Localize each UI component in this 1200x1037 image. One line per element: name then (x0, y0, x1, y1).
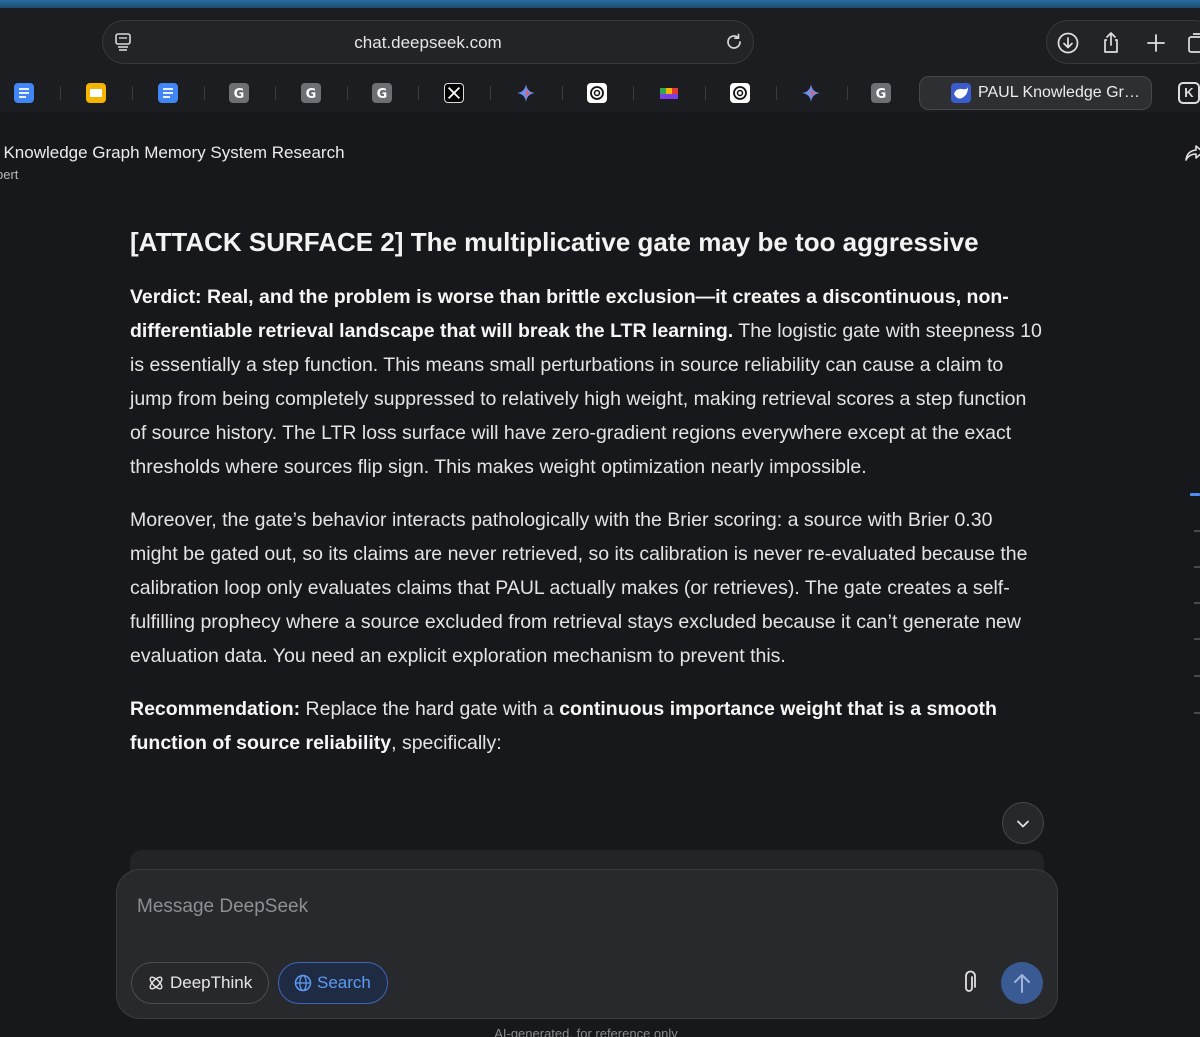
window-accent-strip (0, 0, 1200, 8)
tab-separator (275, 86, 276, 100)
paperclip-icon[interactable] (959, 970, 979, 996)
svg-text:G: G (306, 87, 317, 102)
tab-overview-icon[interactable] (1186, 31, 1200, 55)
scroll-minimap-tick[interactable] (1194, 566, 1200, 568)
tab-separator (562, 86, 563, 100)
tab-separator (60, 86, 61, 100)
scroll-minimap-tick[interactable] (1194, 712, 1200, 714)
svg-text:G: G (234, 87, 245, 102)
chevron-down-icon (1017, 820, 1029, 828)
tab-chatgpt-icon[interactable] (587, 83, 607, 103)
send-button[interactable] (1001, 962, 1043, 1004)
active-tab-label: PAUL Knowledge Gr… (978, 84, 1140, 101)
chat-title: . Knowledge Graph Memory System Research (0, 143, 345, 162)
scroll-to-bottom-button[interactable] (1002, 802, 1044, 844)
tab-g-icon[interactable]: G (372, 83, 392, 103)
recommendation-paragraph: Recommendation: Replace the hard gate wi… (130, 692, 1045, 760)
tab-k-icon[interactable]: K (1178, 82, 1200, 104)
tab-separator (847, 86, 848, 100)
tab-separator (418, 86, 419, 100)
page: chat.deepseek.com G G G G PAUL Knowledge… (0, 0, 1200, 1037)
url-text[interactable]: chat.deepseek.com (103, 33, 753, 53)
tab-chatgpt-icon[interactable] (730, 83, 750, 103)
deepthink-button[interactable]: DeepThink (131, 962, 270, 1004)
arrow-up-icon (1014, 974, 1030, 993)
disclaimer-text: AI-generated, for reference only (494, 1026, 678, 1037)
tab-g-icon[interactable]: G (871, 83, 891, 103)
tab-separator (705, 86, 706, 100)
deepseek-icon (951, 83, 971, 103)
tab-separator (132, 86, 133, 100)
recommendation-label: Recommendation: (130, 698, 301, 720)
tab-gemini-icon[interactable] (801, 83, 821, 103)
tab-separator (347, 86, 348, 100)
scroll-minimap-active[interactable] (1190, 493, 1200, 496)
tab-separator (776, 86, 777, 100)
section-heading: [ATTACK SURFACE 2] The multiplicative ga… (130, 227, 979, 257)
svg-text:G: G (377, 87, 388, 102)
scroll-minimap-tick[interactable] (1194, 675, 1200, 677)
recommendation-end: , specifically: (391, 732, 502, 754)
tab-x-icon[interactable] (444, 83, 464, 103)
deepthink-label: DeepThink (170, 973, 253, 992)
search-label: Search (317, 973, 371, 992)
tab-g-icon[interactable]: G (229, 83, 249, 103)
tab-google-docs-icon[interactable] (158, 83, 178, 103)
tab-g-icon[interactable]: G (301, 83, 321, 103)
tab-gemini-icon[interactable] (516, 83, 536, 103)
tab-strip: G G G G PAUL Knowledge Gr… K (0, 74, 1200, 112)
search-button[interactable]: Search (278, 962, 388, 1004)
assistant-message: [ATTACK SURFACE 2] The multiplicative ga… (130, 224, 1045, 779)
tab-separator (490, 86, 491, 100)
scroll-minimap-tick[interactable] (1194, 638, 1200, 640)
tab-google-slides-icon[interactable] (86, 83, 106, 103)
active-tab[interactable]: PAUL Knowledge Gr… (919, 76, 1152, 110)
new-tab-icon[interactable] (1144, 31, 1168, 55)
tab-news-icon[interactable] (659, 83, 679, 103)
svg-text:G: G (876, 87, 887, 102)
verdict-paragraph: Verdict: Real, and the problem is worse … (130, 280, 1045, 484)
scroll-minimap-tick[interactable] (1194, 602, 1200, 604)
message-input[interactable] (137, 892, 1017, 922)
moreover-paragraph: Moreover, the gate’s behavior interacts … (130, 509, 1028, 667)
verdict-text: The logistic gate with steepness 10 is e… (130, 320, 1042, 478)
address-bar[interactable]: chat.deepseek.com (102, 20, 754, 64)
globe-icon (294, 974, 312, 992)
atom-icon (149, 976, 163, 990)
share-chat-icon[interactable] (1184, 142, 1200, 164)
toolbar-actions (1046, 20, 1200, 64)
download-icon[interactable] (1056, 31, 1080, 55)
recommendation-text: Replace the hard gate with a (300, 698, 560, 720)
tab-separator (633, 86, 634, 100)
scroll-minimap-tick[interactable] (1194, 530, 1200, 532)
share-page-icon[interactable] (1099, 31, 1123, 55)
tab-google-docs-icon[interactable] (14, 83, 34, 103)
message-composer: DeepThink Search (116, 869, 1058, 1019)
reload-icon[interactable] (725, 33, 743, 51)
chat-subtitle: bert (0, 167, 19, 182)
browser-toolbar: chat.deepseek.com (0, 8, 1200, 74)
tab-separator (204, 86, 205, 100)
